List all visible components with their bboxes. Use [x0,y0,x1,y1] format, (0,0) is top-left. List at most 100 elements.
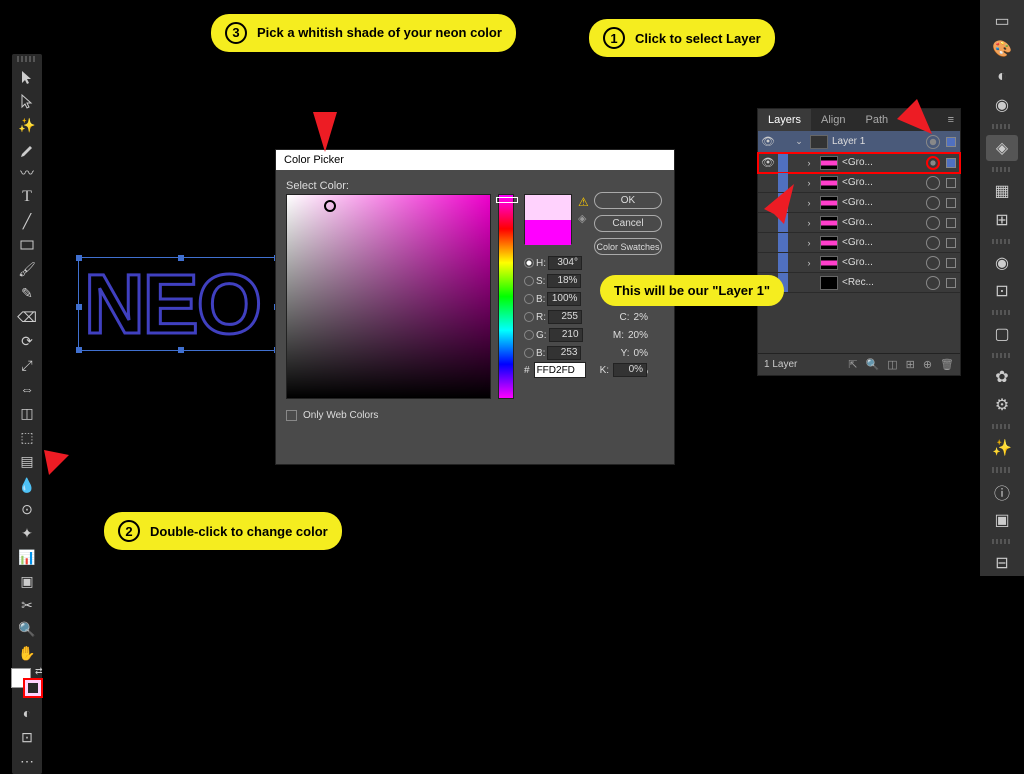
layer-name[interactable]: <Gro... [842,197,924,208]
target-icon[interactable] [926,135,940,149]
out-of-gamut-icon[interactable]: ⚠ [578,195,589,209]
transform-icon[interactable]: ▣ [986,507,1018,533]
graph-tool-icon[interactable]: 📊 [15,546,39,568]
target-icon[interactable] [926,276,940,290]
artboards-icon[interactable]: ▢ [986,321,1018,347]
properties-panel-icon[interactable]: ▭ [986,8,1018,34]
visibility-icon[interactable]: 👁 [758,135,778,148]
line-tool-icon[interactable]: ╱ [15,210,39,232]
locate-icon[interactable]: ⇱ [848,358,857,371]
rotate-tool-icon[interactable]: ⟳ [15,330,39,352]
eraser-tool-icon[interactable]: ⌫ [15,306,39,328]
expand-icon[interactable]: › [802,258,816,268]
new-layer-icon[interactable]: ⊕ [923,358,932,371]
target-icon[interactable] [926,256,940,270]
hue-slider-handle[interactable] [496,197,518,203]
slice-tool-icon[interactable]: ✂ [15,594,39,616]
layer-name[interactable]: Layer 1 [832,136,924,147]
rectangle-tool-icon[interactable] [15,234,39,256]
layer-name[interactable]: <Gro... [842,157,924,168]
s-radio[interactable] [524,276,534,286]
c-input[interactable]: 2% [634,312,648,323]
zoom-tool-icon[interactable]: 🔍 [15,618,39,640]
target-icon[interactable] [926,156,940,170]
s-input[interactable]: 18% [547,274,581,288]
align-icon2[interactable]: ⊟ [986,550,1018,576]
type-tool-icon[interactable]: T [15,186,39,208]
symbols-icon[interactable]: ⚙ [986,392,1018,418]
h-input[interactable]: 304° [548,256,582,270]
r-input[interactable]: 255 [548,310,582,324]
hand-tool-icon[interactable]: ✋ [15,642,39,664]
color-field[interactable] [286,194,491,399]
curvature-tool-icon[interactable]: 〰 [15,162,39,184]
info-icon[interactable]: ⓘ [986,479,1018,505]
m-input[interactable]: 20% [628,330,648,341]
find-icon[interactable]: 🔍 [865,358,879,371]
stroke-icon[interactable]: ✨ [986,435,1018,461]
libraries-icon[interactable]: ▦ [986,178,1018,204]
hue-slider[interactable] [498,194,514,399]
web-colors-checkbox[interactable] [286,410,297,421]
gradient-panel-icon[interactable]: ◉ [986,92,1018,118]
color-cursor-icon[interactable] [324,200,336,212]
layer-name[interactable]: <Rec... [842,277,924,288]
panel-menu-icon[interactable]: ≡ [942,114,960,126]
tab-align[interactable]: Align [811,109,855,131]
appearance-icon[interactable]: ◉ [986,250,1018,276]
g-input[interactable]: 210 [549,328,583,342]
tab-layers[interactable]: Layers [758,109,811,131]
fill-stroke-control[interactable]: ⇄ [11,668,43,698]
layer-name[interactable]: <Gro... [842,217,924,228]
swatches-panel-icon[interactable]: ◐ [986,64,1018,90]
layer-name[interactable]: <Gro... [842,237,924,248]
eyedropper-tool-icon[interactable]: 💧 [15,474,39,496]
direct-select-tool-icon[interactable] [15,90,39,112]
cancel-button[interactable]: Cancel [594,215,662,232]
layer-name[interactable]: <Gro... [842,177,924,188]
width-tool-icon[interactable]: ⇔ [15,378,39,400]
delete-layer-icon[interactable]: 🗑 [940,358,954,371]
new-sublayer-icon[interactable]: ⊞ [906,358,915,371]
cube-icon[interactable]: ◈ [578,212,586,225]
b-input[interactable]: 100% [547,292,581,306]
symbol-tool-icon[interactable]: ✦ [15,522,39,544]
k-input2[interactable]: 0% [613,363,647,377]
blend-tool-icon[interactable]: ⊙ [15,498,39,520]
color-panel-icon[interactable]: 🎨 [986,36,1018,62]
r-radio[interactable] [524,312,534,322]
b-radio[interactable] [524,294,534,304]
shaper-tool-icon[interactable]: ✎ [15,282,39,304]
g-radio[interactable] [524,330,534,340]
expand-icon[interactable]: › [802,238,816,248]
old-color-swatch[interactable] [525,220,571,245]
scale-tool-icon[interactable]: ⤢ [15,354,39,376]
bl-radio[interactable] [524,348,534,358]
asset-export-icon[interactable]: ⊞ [986,207,1018,233]
visibility-icon[interactable]: 👁 [758,156,778,169]
target-icon[interactable] [926,196,940,210]
expand-icon[interactable]: › [802,178,816,188]
free-transform-tool-icon[interactable]: ◫ [15,402,39,424]
layer-name[interactable]: <Gro... [842,257,924,268]
artboard-tool-icon[interactable]: ▣ [15,570,39,592]
screen-mode-icon[interactable]: ⊡ [15,726,39,748]
clip-mask-icon[interactable]: ◫ [887,358,897,371]
collapse-icon[interactable]: ⌄ [792,136,806,147]
swap-icon[interactable]: ⇄ [35,666,45,676]
h-radio[interactable] [524,258,534,268]
target-icon[interactable] [926,176,940,190]
brush-tool-icon[interactable]: 🖌 [15,258,39,280]
swatches-button[interactable]: Color Swatches [594,238,662,255]
expand-icon[interactable]: › [802,218,816,228]
target-icon[interactable] [926,236,940,250]
edit-toolbar-icon[interactable]: ⋯ [15,750,39,772]
graphic-styles-icon[interactable]: ⊡ [986,278,1018,304]
shape-builder-tool-icon[interactable]: ⬚ [15,426,39,448]
toolbar-grip[interactable] [17,56,37,62]
expand-icon[interactable]: › [802,158,816,168]
layers-collapsed-icon[interactable]: ◈ [986,135,1018,161]
layer-row-group-1[interactable]: 👁 › <Gro... [758,153,960,173]
stroke-swatch[interactable] [23,678,43,698]
y-input[interactable]: 0% [634,348,648,359]
